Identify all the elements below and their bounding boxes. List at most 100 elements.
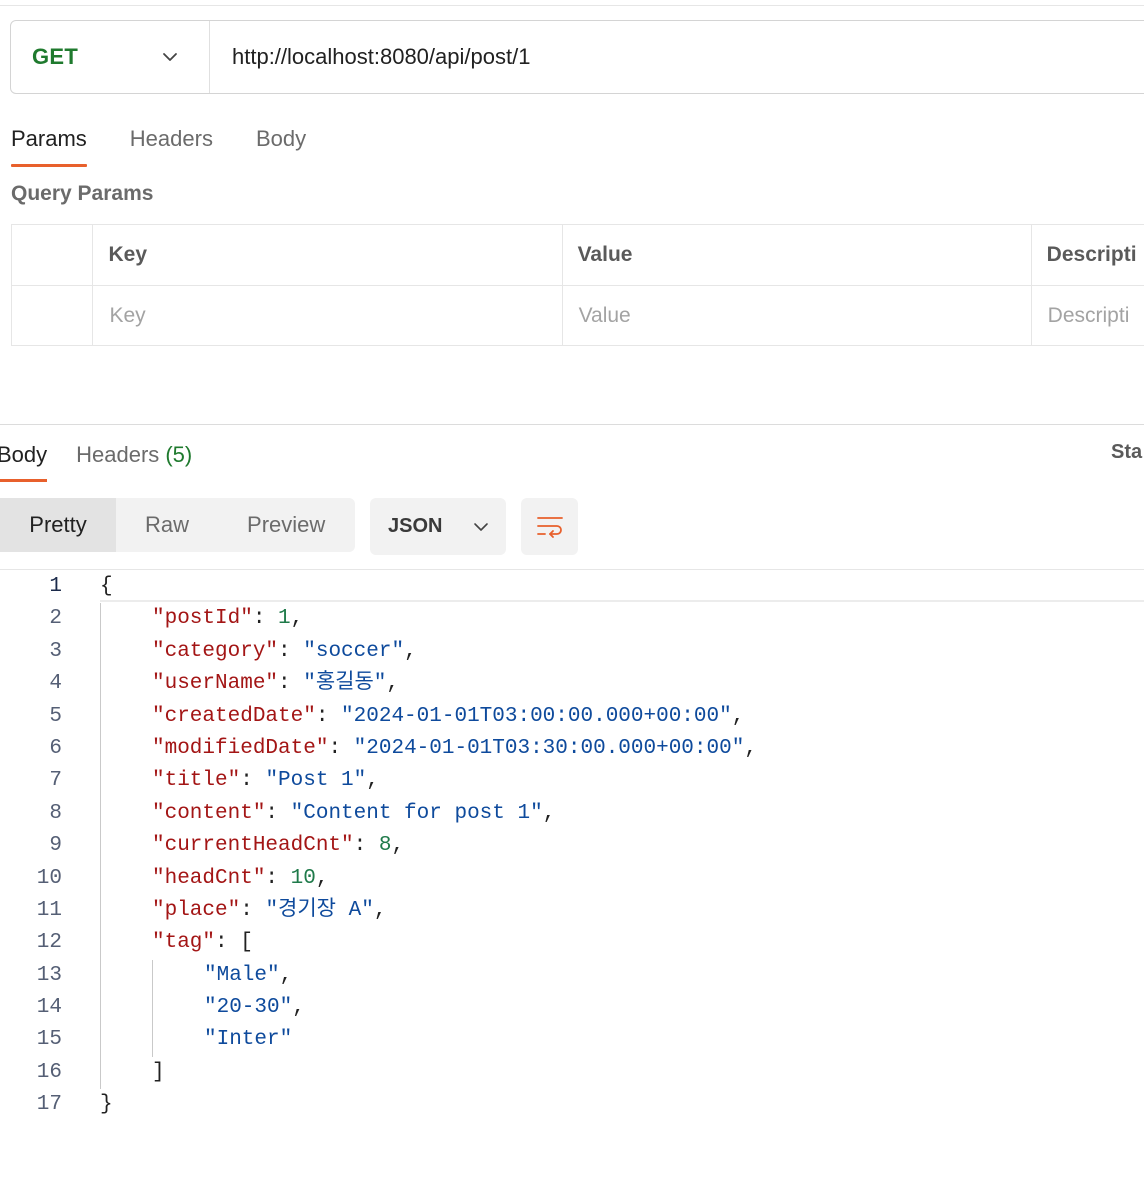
description-input[interactable]: Descripti (1032, 286, 1144, 345)
json-token: "currentHeadCnt" (152, 834, 354, 858)
json-token: "경기장 A" (265, 898, 374, 922)
json-token: "Post 1" (265, 769, 367, 793)
status-label: Sta (1111, 441, 1143, 463)
line-text: "headCnt": 10, (152, 863, 328, 895)
line-text: "createdDate": "2024-01-01T03:00:00.000+… (152, 701, 744, 733)
json-token: "title" (152, 769, 241, 793)
line-text: "content": "Content for post 1", (152, 798, 555, 830)
json-token: , (315, 866, 329, 890)
line-text: } (100, 1089, 113, 1121)
format-dropdown[interactable]: JSON (370, 498, 506, 555)
response-divider[interactable] (0, 424, 1144, 425)
request-tabs: Params Headers Body (11, 112, 349, 168)
line-text: ] (152, 1057, 165, 1089)
json-token: : (240, 769, 266, 793)
query-params-table: Key Value Descripti Key Value Descripti (11, 224, 1144, 346)
json-token: , (386, 672, 400, 696)
line-text: "Male", (204, 960, 292, 992)
json-token: , (542, 801, 556, 825)
row-checkbox-cell (12, 286, 94, 345)
json-token: 10 (290, 866, 316, 890)
json-token: "modifiedDate" (152, 736, 329, 760)
tab-headers[interactable]: Headers (130, 112, 213, 166)
json-token: } (100, 1093, 113, 1117)
line-text: "modifiedDate": "2024-01-01T03:30:00.000… (152, 733, 757, 765)
column-header-description: Descripti (1046, 243, 1137, 266)
json-token: : (353, 834, 379, 858)
request-url-bar: GET (10, 20, 1144, 94)
view-mode-segmented: Pretty Raw Preview (0, 498, 355, 552)
code-line: 11 "place": "경기장 A", (0, 895, 1144, 927)
json-token: "content" (152, 801, 266, 825)
method-dropdown[interactable]: GET (11, 21, 210, 93)
json-token: : (252, 607, 279, 631)
current-line-highlight (100, 600, 1144, 602)
tab-params[interactable]: Params (11, 112, 87, 167)
line-number: 12 (36, 931, 62, 955)
tab-response-body-label: Body (0, 442, 48, 467)
view-pretty[interactable]: Pretty (0, 498, 116, 552)
json-token: ] (152, 1060, 165, 1084)
line-text: "postId": 1, (152, 603, 303, 635)
json-token: : (278, 639, 304, 663)
view-preview[interactable]: Preview (247, 498, 325, 552)
json-token: "soccer" (303, 639, 405, 663)
view-raw[interactable]: Raw (145, 498, 189, 552)
method-label: GET (32, 44, 79, 69)
code-line: 5 "createdDate": "2024-01-01T03:00:00.000… (0, 701, 1144, 733)
line-number: 3 (49, 639, 62, 663)
json-token: "headCnt" (152, 866, 266, 890)
line-number: 2 (49, 607, 62, 631)
json-token: , (366, 769, 379, 793)
line-text: "currentHeadCnt": 8, (152, 830, 404, 862)
json-token: : (278, 672, 304, 696)
tab-response-headers[interactable]: Headers (5) (76, 428, 192, 482)
json-token: "2024-01-01T03:00:00.000+00:00" (341, 704, 732, 728)
code-line: 6 "modifiedDate": "2024-01-01T03:30:00.00… (0, 733, 1144, 765)
json-token: "Inter" (204, 1028, 293, 1052)
json-token: , (404, 639, 417, 663)
tab-response-headers-label: Headers (76, 442, 160, 467)
code-top-divider (0, 569, 1144, 570)
json-token: : (328, 736, 354, 760)
response-code-viewer[interactable]: 1{2 "postId": 1, 3 "category": "soccer", 4 "u… (0, 571, 1144, 1122)
tab-body[interactable]: Body (256, 112, 306, 166)
checkbox-column-header (12, 225, 94, 285)
code-line: 7 "title": "Post 1", (0, 765, 1144, 797)
line-text: "place": "경기장 A", (152, 895, 386, 927)
key-input[interactable]: Key (93, 286, 563, 345)
table-row: Key Value Descripti (12, 285, 1144, 345)
value-input[interactable]: Value (563, 286, 1032, 345)
url-input[interactable] (210, 21, 1144, 93)
code-line: 17} (0, 1089, 1144, 1121)
line-text: "title": "Post 1", (152, 765, 379, 797)
json-token: : (240, 898, 266, 922)
line-number: 17 (36, 1093, 62, 1117)
line-number: 15 (36, 1028, 62, 1052)
line-text: "Inter" (204, 1024, 292, 1056)
json-token: "Content for post 1" (290, 801, 543, 825)
line-number: 10 (36, 866, 62, 890)
json-token: "postId" (152, 607, 253, 631)
json-token: , (731, 704, 745, 728)
line-number: 14 (36, 996, 62, 1020)
code-line: 1{ (0, 571, 1144, 603)
chevron-down-icon (163, 53, 177, 61)
json-token: "20-30" (204, 996, 293, 1020)
json-token: "2024-01-01T03:30:00.000+00:00" (353, 736, 745, 760)
json-token: : [ (215, 931, 253, 955)
code-line: 16] (0, 1057, 1144, 1089)
json-token: "tag" (152, 931, 216, 955)
json-token: , (744, 736, 757, 760)
table-header-row: Key Value Descripti (12, 225, 1144, 285)
tab-response-body[interactable]: Body (0, 428, 48, 482)
chevron-down-icon (474, 522, 489, 531)
code-line: 13 "Male", (0, 960, 1144, 992)
json-token: 1 (278, 607, 291, 631)
wrap-lines-button[interactable] (521, 498, 578, 555)
json-token: , (373, 898, 387, 922)
indent-guide (100, 603, 101, 1090)
line-number: 9 (49, 834, 62, 858)
json-token: , (391, 834, 405, 858)
line-number: 13 (36, 963, 62, 987)
